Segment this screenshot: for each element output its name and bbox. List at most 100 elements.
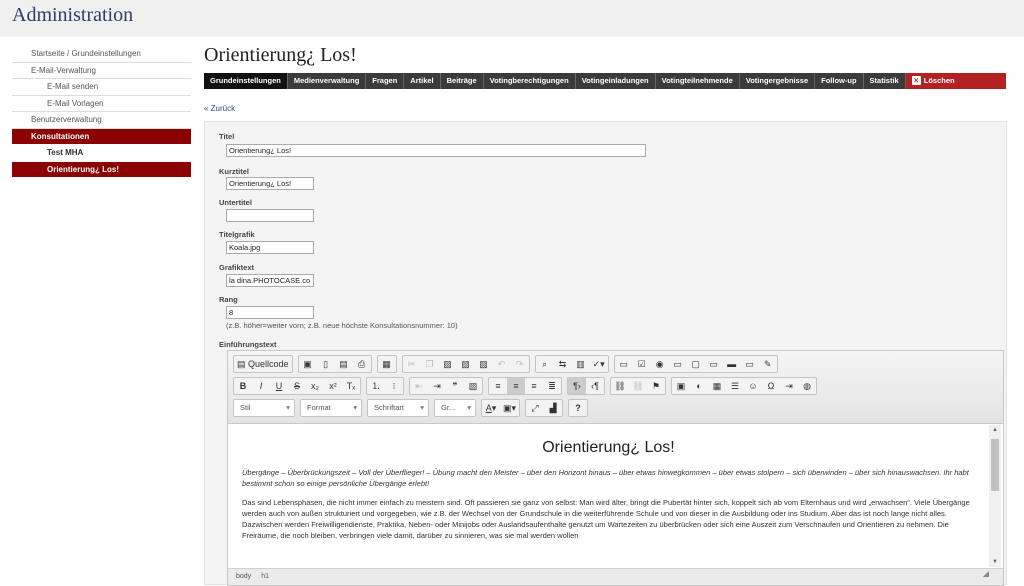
underline-icon[interactable]: U [270,378,288,394]
tab-votingergebnisse[interactable]: Votingergebnisse [739,73,816,89]
blockquote-icon[interactable]: ❞ [446,378,464,394]
titel-field[interactable]: Orientierung¿ Los! [226,144,646,157]
align-right-icon[interactable]: ≡ [525,378,543,394]
replace-icon[interactable]: ⇆ [554,356,572,372]
sidebar-item-orientierung[interactable]: Orientierung¿ Los! [12,161,191,178]
ltr-icon[interactable]: ¶› [568,378,586,394]
style-select[interactable]: Stil ▾ [233,399,295,417]
untertitel-field[interactable] [226,209,314,222]
bg-color-icon[interactable]: ▣▾ [500,400,519,416]
italic-icon[interactable]: I [252,378,270,394]
show-blocks-icon[interactable]: ▟ [544,400,562,416]
resize-handle-icon[interactable]: ◢ [983,566,989,582]
paste-icon[interactable]: ▨ [439,356,457,372]
rang-field[interactable]: 8 [226,306,314,319]
form-icon[interactable]: ▭ [615,356,633,372]
tab-votingeinladungen[interactable]: Votingeinladungen [575,73,656,89]
save-icon[interactable]: ▣ [299,356,317,372]
align-justify-icon[interactable]: ≣ [543,378,561,394]
align-left-icon[interactable]: ≡ [489,378,507,394]
grafiktext-field[interactable]: la dina.PHOTOCASE.co [226,274,314,287]
titelgrafik-field[interactable]: Koala.jpg [226,241,314,254]
rtl-icon[interactable]: ‹¶ [586,378,604,394]
table-icon[interactable]: ▦ [708,378,726,394]
back-link[interactable]: « Zurück [204,104,235,113]
scroll-down-icon[interactable]: ▼ [992,559,998,565]
print-icon[interactable]: ⎙ [353,356,371,372]
sidebar-item-startseite[interactable]: Startseite / Grundeinstellungen [12,46,191,63]
status-path-h1[interactable]: h1 [261,573,269,580]
tab-beitraege[interactable]: Beiträge [440,73,484,89]
radio-icon[interactable]: ◉ [651,356,669,372]
button-icon[interactable]: ▬ [723,356,741,372]
image-button-icon[interactable]: ▭ [741,356,759,372]
hidden-field-icon[interactable]: ✎ [759,356,777,372]
copy-icon[interactable]: ❐ [421,356,439,372]
div-icon[interactable]: ▧ [464,378,482,394]
font-select[interactable]: Schriftart ▾ [367,399,429,417]
special-char-icon[interactable]: Ω [762,378,780,394]
sidebar-item-test-mha[interactable]: Test MHA [12,145,191,162]
tab-medienverwaltung[interactable]: Medienverwaltung [287,73,367,89]
help-icon[interactable]: ? [569,400,587,416]
spellcheck-icon[interactable]: ✓▾ [590,356,608,372]
maximize-icon[interactable]: ⤢ [526,400,544,416]
scroll-thumb[interactable] [991,439,999,491]
source-button[interactable]: ▤ Quellcode [234,356,292,372]
sidebar-item-email-vorlagen[interactable]: E-Mail Vorlagen [12,96,191,112]
tab-artikel[interactable]: Artikel [404,73,441,89]
sidebar-item-benutzerverwaltung[interactable]: Benutzerverwaltung [12,112,191,129]
text-color-icon[interactable]: A▾ [482,400,500,416]
bullet-list-icon[interactable]: ⁝ [385,378,403,394]
preview-icon[interactable]: ▤ [335,356,353,372]
subscript-icon[interactable]: x₂ [306,378,324,394]
new-page-icon[interactable]: ▯ [317,356,335,372]
paste-word-icon[interactable]: ▨ [475,356,493,372]
textarea-icon[interactable]: ▢ [687,356,705,372]
textfield-icon[interactable]: ▭ [669,356,687,372]
paste-text-icon[interactable]: ▨ [457,356,475,372]
size-select[interactable]: Gr... ▾ [434,399,476,417]
numbered-list-icon[interactable]: ⒈ [367,378,385,394]
horizontal-rule-icon[interactable]: ☰ [726,378,744,394]
anchor-icon[interactable]: ⚑ [647,378,665,394]
sidebar-item-email-senden[interactable]: E-Mail senden [12,79,191,96]
tab-loeschen[interactable]: × Löschen [905,73,1006,89]
editor-content[interactable]: Orientierung¿ Los! Übergänge – Überbrück… [228,425,989,567]
select-icon[interactable]: ▭ [705,356,723,372]
redo-icon[interactable]: ↷ [511,356,529,372]
bold-icon[interactable]: B [234,378,252,394]
iframe-icon[interactable]: ◍ [798,378,816,394]
link-icon[interactable]: ⛓ [611,378,629,394]
status-path-body[interactable]: body [236,573,251,580]
flash-icon[interactable]: ◐ [690,378,708,394]
kurztitel-field[interactable]: Orientierung¿ Los! [226,177,314,190]
tab-fragen[interactable]: Fragen [366,73,405,89]
undo-icon[interactable]: ↶ [493,356,511,372]
remove-format-icon[interactable]: Tₓ [342,378,360,394]
tab-votingberechtigungen[interactable]: Votingberechtigungen [483,73,576,89]
tab-statistik[interactable]: Statistik [863,73,906,89]
find-icon[interactable]: ⌕ [536,356,554,372]
tab-grundeinstellungen[interactable]: Grundeinstellungen [204,73,288,89]
select-all-icon[interactable]: ▥ [572,356,590,372]
align-center-icon[interactable]: ≡ [507,378,525,394]
sidebar-item-email-verwaltung[interactable]: E-Mail-Verwaltung [12,63,191,79]
image-icon[interactable]: ▣ [672,378,690,394]
format-select[interactable]: Format ▾ [300,399,362,417]
strikethrough-icon[interactable]: S [288,378,306,394]
checkbox-icon[interactable]: ☑ [633,356,651,372]
outdent-icon[interactable]: ⇤ [410,378,428,394]
indent-icon[interactable]: ⇥ [428,378,446,394]
scroll-up-icon[interactable]: ▲ [992,427,998,433]
page-break-icon[interactable]: ⇥ [780,378,798,394]
superscript-icon[interactable]: x² [324,378,342,394]
tab-votingteilnehmende[interactable]: Votingteilnehmende [655,73,740,89]
cut-icon[interactable]: ✂ [403,356,421,372]
unlink-icon[interactable]: ⛓ [629,378,647,394]
tab-follow-up[interactable]: Follow-up [815,73,864,89]
smiley-icon[interactable]: ☺ [744,378,762,394]
templates-icon[interactable]: ▦ [378,356,396,372]
editor-scrollbar[interactable]: ▲ ▼ [989,425,1001,567]
sidebar-item-konsultationen[interactable]: Konsultationen [12,128,191,145]
